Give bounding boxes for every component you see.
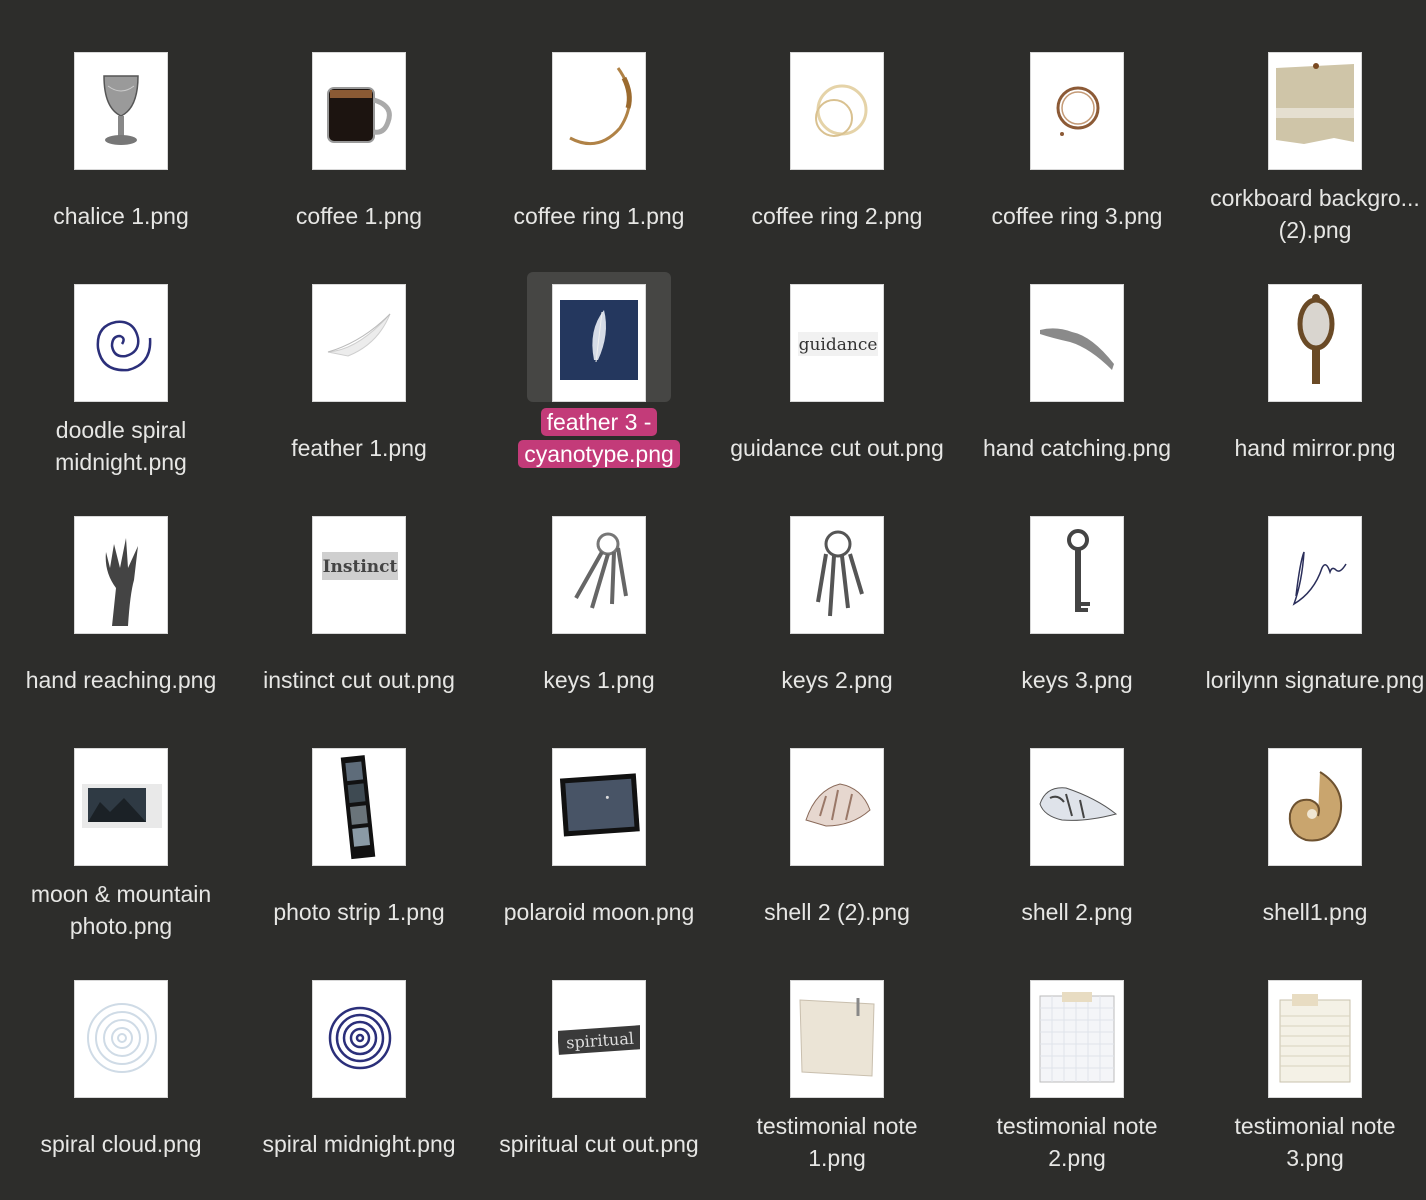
coffee-ring-icon [552, 52, 646, 170]
keys-icon [790, 516, 884, 634]
feather-icon [312, 284, 406, 402]
file-item-keys-1[interactable]: keys 1.png [480, 464, 718, 696]
file-item-moon-mountain-photo[interactable]: moon & mountain photo.png [2, 696, 240, 939]
hand-mirror-icon [1268, 284, 1362, 402]
file-item-feather-3-cyanotype[interactable]: feather 3 - cyanotype.png [480, 232, 718, 468]
file-name: keys 3.png [1021, 667, 1133, 693]
cutout-word: Instinct [323, 557, 398, 577]
file-name: coffee ring 3.png [991, 203, 1163, 229]
selection-highlight [527, 272, 671, 402]
hand-catching-icon [1030, 284, 1124, 402]
file-name: hand mirror.png [1234, 435, 1396, 461]
conch-shell-icon [790, 748, 884, 866]
file-name: coffee ring 1.png [513, 203, 685, 229]
file-name: photo strip 1.png [273, 899, 445, 925]
file-icon-grid: chalice 1.png coffee 1.png coffee ring 1… [0, 0, 1426, 1200]
file-item-shell1[interactable]: shell1.png [1196, 696, 1426, 928]
file-item-corkboard[interactable]: corkboard backgro...(2).png [1196, 0, 1426, 243]
signature-icon [1268, 516, 1362, 634]
coffee-ring-icon [790, 52, 884, 170]
file-name: spiritual cut out.png [499, 1131, 699, 1157]
file-item-hand-catching[interactable]: hand catching.png [958, 232, 1196, 464]
file-item-coffee-ring-1[interactable]: coffee ring 1.png [480, 0, 718, 232]
keys-icon [552, 516, 646, 634]
file-name: spiral cloud.png [40, 1131, 202, 1157]
file-item-testimonial-note-1[interactable]: testimonial note 1.png [718, 928, 956, 1171]
hand-reaching-icon [74, 516, 168, 634]
word-cutout-icon: Instinct [312, 516, 406, 634]
file-item-lorilynn-signature[interactable]: lorilynn signature.png [1196, 464, 1426, 696]
file-item-doodle-spiral-midnight[interactable]: doodle spiral midnight.png [2, 232, 240, 475]
file-item-testimonial-note-2[interactable]: testimonial note 2.png [958, 928, 1196, 1171]
file-name: shell 2.png [1021, 899, 1133, 925]
file-name: keys 2.png [781, 667, 893, 693]
photo-icon [74, 748, 168, 866]
cutout-word: guidance [799, 335, 878, 355]
word-cutout-icon: guidance [790, 284, 884, 402]
file-item-photo-strip-1[interactable]: photo strip 1.png [240, 696, 478, 928]
file-name: feather 1.png [291, 435, 427, 461]
spiral-shell-icon [1030, 748, 1124, 866]
file-name: coffee ring 2.png [751, 203, 923, 229]
file-item-shell-2-2[interactable]: shell 2 (2).png [718, 696, 956, 928]
file-name: hand reaching.png [25, 667, 217, 693]
file-name: testimonial note 2.png [996, 1113, 1158, 1171]
file-item-guidance-cut-out[interactable]: guidance guidance cut out.png [718, 232, 956, 464]
file-item-coffee-ring-2[interactable]: coffee ring 2.png [718, 0, 956, 232]
coffee-mug-icon [312, 52, 406, 170]
file-item-coffee-ring-3[interactable]: coffee ring 3.png [958, 0, 1196, 232]
file-item-spiral-cloud[interactable]: spiral cloud.png [2, 928, 240, 1160]
note-paper-icon [790, 980, 884, 1098]
coffee-ring-icon [1030, 52, 1124, 170]
file-name: shell 2 (2).png [764, 899, 910, 925]
file-name: keys 1.png [543, 667, 655, 693]
file-item-feather-1[interactable]: feather 1.png [240, 232, 478, 464]
file-name: chalice 1.png [53, 203, 189, 229]
file-item-coffee-1[interactable]: coffee 1.png [240, 0, 478, 232]
file-item-keys-3[interactable]: keys 3.png [958, 464, 1196, 696]
spiral-icon [312, 980, 406, 1098]
file-item-chalice-1[interactable]: chalice 1.png [2, 0, 240, 232]
photo-strip-icon [312, 748, 406, 866]
file-name: lorilynn signature.png [1205, 667, 1425, 693]
file-item-spiritual-cut-out[interactable]: spiritual spiritual cut out.png [480, 928, 718, 1160]
file-item-polaroid-moon[interactable]: polaroid moon.png [480, 696, 718, 928]
file-item-shell-2[interactable]: shell 2.png [958, 696, 1196, 928]
file-name: instinct cut out.png [263, 667, 455, 693]
corkboard-icon [1268, 52, 1362, 170]
file-item-testimonial-note-3[interactable]: testimonial note 3.png [1196, 928, 1426, 1171]
chalice-icon [74, 52, 168, 170]
spiral-icon [74, 284, 168, 402]
file-name: polaroid moon.png [503, 899, 695, 925]
key-icon [1030, 516, 1124, 634]
word-cutout-icon: spiritual [552, 980, 646, 1098]
file-name: testimonial note 1.png [756, 1113, 918, 1171]
file-item-hand-mirror[interactable]: hand mirror.png [1196, 232, 1426, 464]
spiral-cloud-icon [74, 980, 168, 1098]
cyanotype-feather-icon [552, 284, 646, 402]
file-name: guidance cut out.png [730, 435, 944, 461]
file-item-keys-2[interactable]: keys 2.png [718, 464, 956, 696]
file-item-hand-reaching[interactable]: hand reaching.png [2, 464, 240, 696]
file-name: hand catching.png [983, 435, 1171, 461]
grid-note-icon [1030, 980, 1124, 1098]
file-name: shell1.png [1262, 899, 1368, 925]
lined-note-icon [1268, 980, 1362, 1098]
file-item-spiral-midnight[interactable]: spiral midnight.png [240, 928, 478, 1160]
polaroid-icon [552, 748, 646, 866]
file-name: testimonial note 3.png [1234, 1113, 1396, 1171]
file-name: spiral midnight.png [262, 1131, 456, 1157]
nautilus-shell-icon [1268, 748, 1362, 866]
file-name: coffee 1.png [295, 203, 423, 229]
file-name: feather 3 - cyanotype.png [488, 406, 710, 470]
file-item-instinct-cut-out[interactable]: Instinct instinct cut out.png [240, 464, 478, 696]
